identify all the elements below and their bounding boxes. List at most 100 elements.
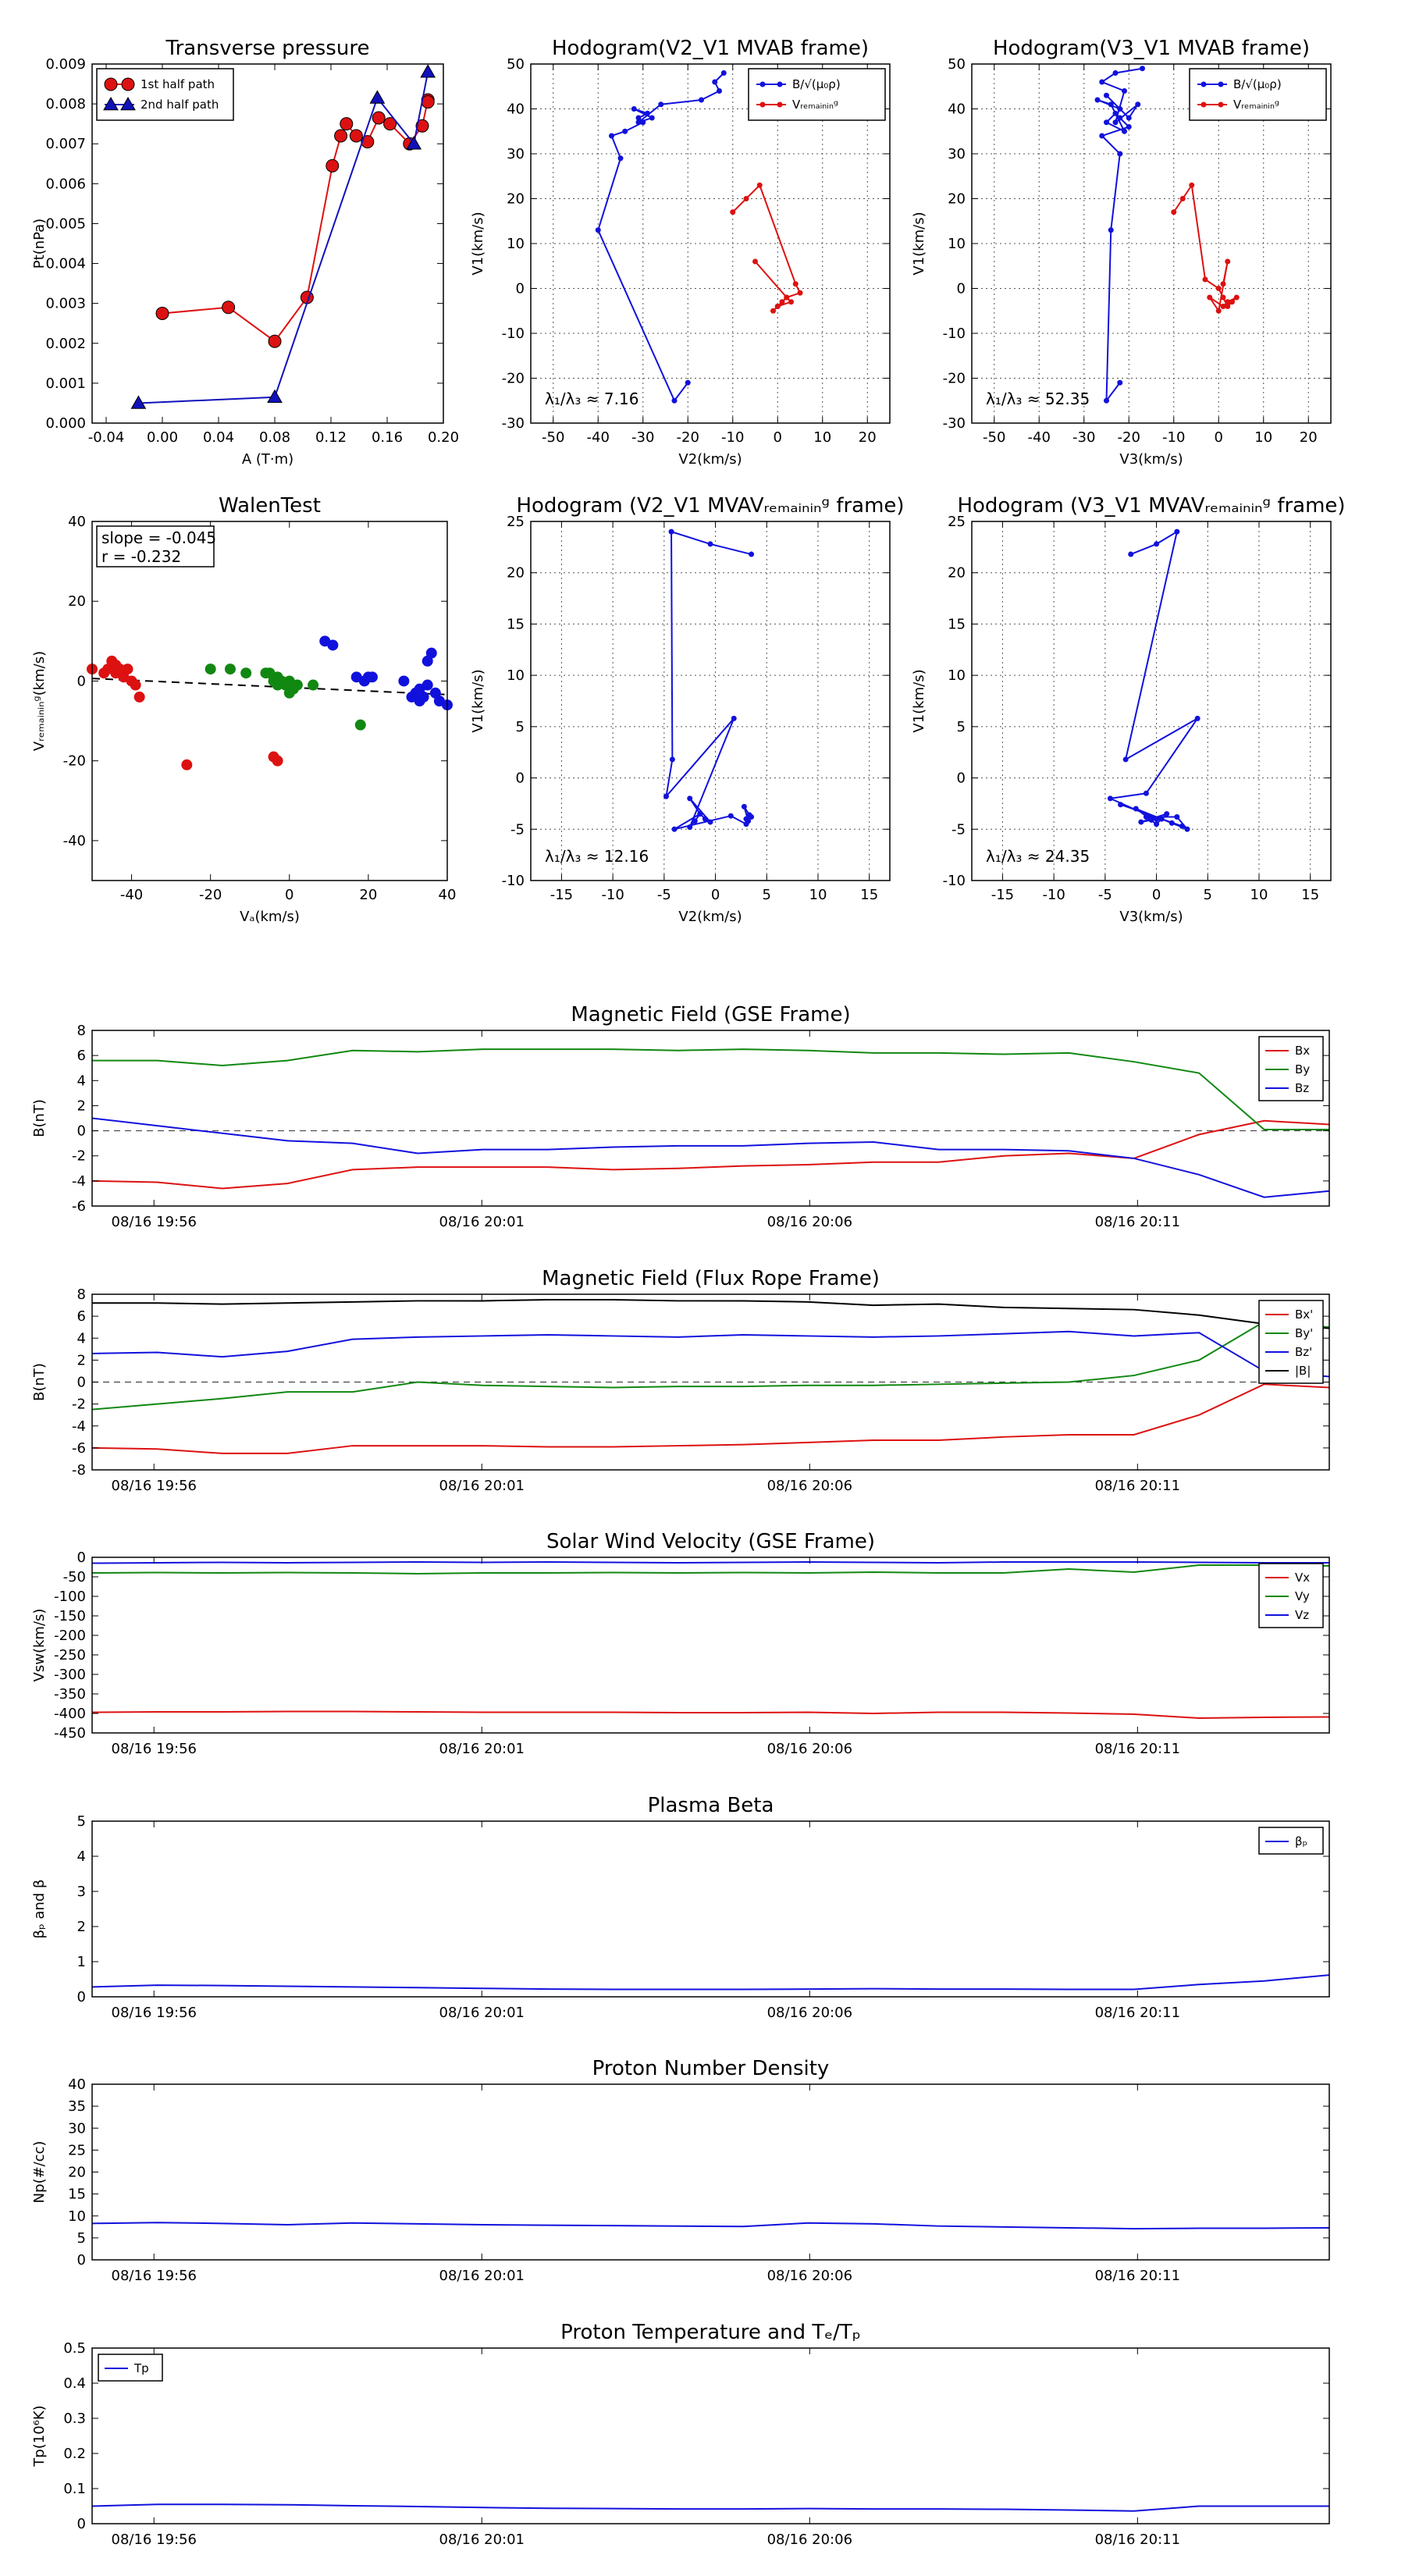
data-point (1117, 106, 1123, 112)
chart-title: Proton Temperature and Tₑ/Tₚ (560, 2321, 861, 2344)
data-point (425, 647, 437, 659)
legend-box (96, 68, 234, 121)
y-tick-label: 20 (507, 565, 525, 582)
plot-frame (91, 2347, 1330, 2524)
y-axis-label: βₚ and β (31, 1880, 48, 1939)
x-tick-label: 08/16 20:06 (767, 2268, 852, 2284)
data-point (1104, 397, 1109, 404)
data-point (1099, 133, 1105, 139)
y-tick-label: 20 (68, 593, 86, 610)
x-axis-label: V3(km/s) (1119, 909, 1183, 925)
data-point (1112, 119, 1119, 126)
x-tick-label: 0.12 (315, 429, 347, 446)
y-tick-label: 40 (507, 101, 525, 118)
data-point (422, 679, 433, 691)
legend-label: B/√(μ₀ρ) (1233, 77, 1282, 91)
x-tick-label: -10 (601, 887, 624, 903)
x-tick-label: -50 (542, 429, 564, 446)
x-tick-label: 08/16 20:01 (439, 2532, 525, 2548)
y-tick-label: 0 (77, 2516, 86, 2532)
data-point (756, 182, 763, 188)
data-point (1107, 795, 1113, 802)
series-line (91, 2222, 1330, 2230)
data-point (1122, 88, 1127, 94)
y-axis-label: B(nT) (31, 1363, 48, 1401)
data-point (1118, 802, 1124, 808)
x-tick-label: 08/16 20:11 (1095, 1478, 1180, 1494)
data-point (1122, 128, 1127, 134)
y-tick-label: 10 (507, 236, 525, 252)
y-tick-label: 4 (77, 1073, 86, 1089)
y-tick-label: -250 (54, 1647, 86, 1663)
x-tick-label: 20 (859, 429, 877, 446)
data-point (609, 133, 614, 139)
x-tick-label: 0.16 (372, 429, 403, 446)
x-tick-label: 08/16 20:11 (1095, 1214, 1180, 1230)
legend-label: Vz (1295, 1608, 1309, 1622)
x-tick-label: 0 (1152, 887, 1161, 903)
series-line (597, 72, 724, 403)
chart-walen: -40 -20 0 20 40 -40 -20 0 20 40 WalenTest Vₐ(km/s) V… (31, 494, 456, 925)
y-tick-label: 0 (957, 770, 966, 787)
x-tick-label: -15 (550, 887, 573, 903)
data-point (595, 227, 601, 233)
y-tick-label: 0.1 (63, 2481, 86, 2497)
data-point (797, 290, 803, 296)
data-point (649, 115, 655, 121)
y-tick-label: -50 (63, 1569, 86, 1585)
legend-label: Bz (1295, 1081, 1309, 1095)
data-point (327, 639, 339, 651)
y-tick-label: -400 (54, 1706, 86, 1722)
y-tick-label: 0 (516, 770, 525, 787)
y-tick-label: 0 (77, 1550, 86, 1566)
data-point (730, 209, 736, 215)
y-tick-label: -200 (54, 1628, 86, 1644)
y-axis-label: V1(km/s) (470, 212, 486, 275)
series-line (1172, 183, 1237, 313)
y-tick-label: -30 (943, 415, 966, 432)
data-point (372, 111, 386, 125)
y-tick-label: 0.009 (45, 56, 86, 73)
data-point (1220, 304, 1226, 309)
x-tick-label: 20 (359, 887, 377, 903)
x-tick-label: 08/16 20:11 (1095, 2268, 1180, 2284)
data-point (1104, 92, 1109, 98)
y-tick-label: 0 (77, 1123, 86, 1140)
data-point (1215, 286, 1222, 291)
y-tick-label: 0.006 (45, 176, 86, 192)
y-tick-label: 0.4 (63, 2375, 86, 2392)
series-line (664, 530, 752, 831)
y-tick-label: -6 (72, 1440, 86, 1457)
data-point (631, 106, 637, 112)
x-tick-label: 0 (774, 429, 782, 446)
data-point (645, 110, 650, 116)
x-tick-label: 08/16 19:56 (112, 2268, 197, 2284)
series-line (91, 1974, 1330, 1991)
data-point (418, 691, 429, 703)
y-tick-label: -10 (943, 873, 966, 889)
data-point (1164, 811, 1170, 817)
y-tick-label: -2 (72, 1397, 86, 1413)
data-point (181, 759, 193, 770)
x-tick-label: 10 (1250, 887, 1268, 903)
legend-marker (777, 101, 783, 108)
data-point (622, 128, 628, 134)
data-point (685, 379, 691, 386)
data-point (1220, 281, 1226, 287)
data-point (1140, 66, 1145, 72)
data-point (130, 679, 141, 691)
x-tick-label: 08/16 20:11 (1095, 2532, 1180, 2548)
y-tick-label: -20 (63, 753, 86, 770)
y-tick-label: 0.004 (45, 256, 86, 272)
data-point (1135, 101, 1141, 108)
x-tick-label: 0.00 (147, 429, 178, 446)
data-point (1143, 790, 1149, 796)
x-tick-label: 10 (1254, 429, 1272, 446)
y-tick-label: 15 (68, 2186, 86, 2203)
x-tick-label: 08/16 20:01 (439, 1214, 525, 1230)
y-tick-label: 5 (957, 719, 966, 735)
y-tick-label: -5 (510, 821, 525, 838)
x-tick-label: 08/16 20:11 (1095, 2005, 1180, 2021)
data-point (1104, 119, 1109, 126)
x-tick-label: 0 (285, 887, 293, 903)
